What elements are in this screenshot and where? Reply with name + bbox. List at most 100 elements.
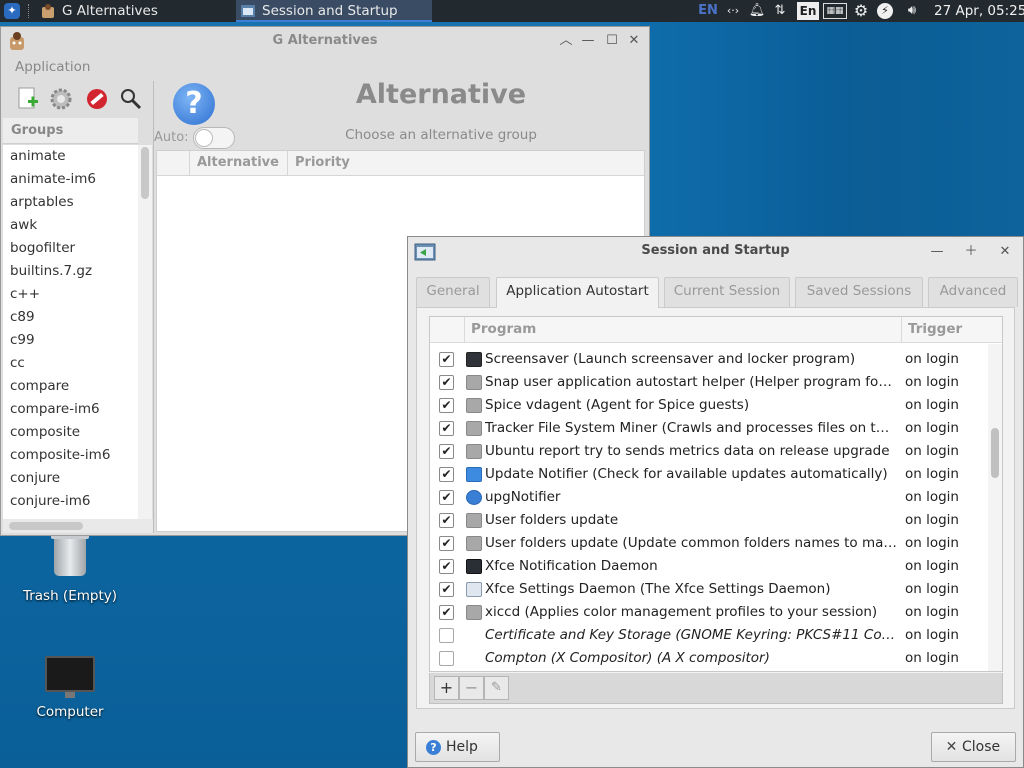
scrollbar-thumb[interactable] <box>991 428 999 478</box>
program-name: Certificate and Key Storage (GNOME Keyri… <box>485 627 897 643</box>
group-item[interactable]: arptables <box>3 191 138 214</box>
keyboard-icon[interactable]: ▦▦ <box>823 3 847 19</box>
enable-checkbox[interactable]: ✔ <box>439 467 454 482</box>
group-item[interactable]: animate-im6 <box>3 168 138 191</box>
group-item[interactable]: animate <box>3 145 138 168</box>
trigger-value: on login <box>905 512 959 528</box>
column-priority[interactable]: Priority <box>287 151 407 176</box>
remove-group-icon[interactable] <box>83 85 111 113</box>
group-item[interactable]: c++ <box>3 283 138 306</box>
autostart-row[interactable]: ✔ xiccd (Applies color management profile… <box>430 601 988 624</box>
desktop-computer[interactable]: Computer <box>10 656 130 720</box>
group-item[interactable]: c89 <box>3 306 138 329</box>
group-item[interactable]: awk <box>3 214 138 237</box>
table-header: Alternative Priority <box>157 151 644 176</box>
groups-horizontal-scrollbar[interactable] <box>3 519 153 533</box>
tab-advanced[interactable]: Advanced <box>928 277 1018 307</box>
group-item[interactable]: cc <box>3 352 138 375</box>
network-transfer-icon[interactable]: ⇅ <box>770 0 790 22</box>
autostart-row[interactable]: ✔ User folders update (Update common fold… <box>430 532 988 555</box>
autostart-row[interactable]: ✔ User folders update on login <box>430 509 988 532</box>
add-group-icon[interactable] <box>13 85 41 113</box>
group-item[interactable]: conjure-im6 <box>3 490 138 513</box>
trigger-value: on login <box>905 604 959 620</box>
group-item[interactable]: c99 <box>3 329 138 352</box>
group-item[interactable]: compare <box>3 375 138 398</box>
volume-icon[interactable]: 🔊︎ <box>902 0 922 22</box>
autostart-row[interactable]: Certificate and Key Storage (GNOME Keyri… <box>430 624 988 647</box>
enable-checkbox[interactable]: ✔ <box>439 375 454 390</box>
autostart-row[interactable]: ✔ Screensaver (Launch screensaver and loc… <box>430 348 988 371</box>
autostart-row[interactable]: ✔ Xfce Settings Daemon (The Xfce Settings… <box>430 578 988 601</box>
scrollbar-thumb[interactable] <box>9 522 83 530</box>
tab-saved-sessions[interactable]: Saved Sessions <box>795 277 923 307</box>
autostart-row[interactable]: Compton (X Compositor) (A X compositor) o… <box>430 647 988 670</box>
column-alternative[interactable]: Alternative <box>189 151 287 176</box>
enable-checkbox[interactable]: ✔ <box>439 444 454 459</box>
group-item[interactable]: composite <box>3 421 138 444</box>
enable-checkbox[interactable]: ✔ <box>439 536 454 551</box>
maximize-icon[interactable]: ＋ <box>962 243 980 261</box>
autostart-row[interactable]: ✔ upgNotifier on login <box>430 486 988 509</box>
auto-toggle[interactable] <box>193 127 235 149</box>
enable-checkbox[interactable]: ✔ <box>439 398 454 413</box>
group-item[interactable]: conjure <box>3 467 138 490</box>
tab-general[interactable]: General <box>416 277 490 307</box>
pane-divider[interactable] <box>153 81 154 533</box>
close-icon[interactable]: ✕ <box>996 243 1014 261</box>
power-icon[interactable]: ⚡ <box>877 3 893 19</box>
menu-application[interactable]: Application <box>15 59 90 75</box>
enable-checkbox[interactable] <box>439 628 454 643</box>
list-vertical-scrollbar[interactable] <box>988 344 1002 671</box>
autostart-row[interactable]: ✔ Ubuntu report try to sends metrics data… <box>430 440 988 463</box>
enable-checkbox[interactable]: ✔ <box>439 352 454 367</box>
trigger-value: on login <box>905 581 959 597</box>
keyboard-layout-indicator[interactable]: En <box>797 2 819 20</box>
tab-application-autostart[interactable]: Application Autostart <box>496 277 659 308</box>
autostart-row[interactable]: ✔ Snap user application autostart helper … <box>430 371 988 394</box>
enable-checkbox[interactable]: ✔ <box>439 513 454 528</box>
autostart-row[interactable]: ✔ Update Notifier (Check for available up… <box>430 463 988 486</box>
shade-icon[interactable]: — <box>579 32 597 50</box>
enable-checkbox[interactable]: ✔ <box>439 559 454 574</box>
language-indicator[interactable]: EN <box>698 0 718 22</box>
groups-column-header[interactable]: Groups <box>3 118 138 144</box>
taskbar-item-g-alternatives[interactable]: G Alternatives <box>36 0 232 22</box>
properties-gear-icon[interactable] <box>47 85 75 113</box>
enable-checkbox[interactable]: ✔ <box>439 582 454 597</box>
autostart-row[interactable]: ✔ Tracker File System Miner (Crawls and p… <box>430 417 988 440</box>
column-trigger[interactable]: Trigger <box>901 317 987 343</box>
group-item[interactable]: builtins.7.gz <box>3 260 138 283</box>
group-item[interactable]: bogofilter <box>3 237 138 260</box>
tab-current-session[interactable]: Current Session <box>664 277 790 307</box>
autostart-row[interactable]: ✔ Xfce Notification Daemon on login <box>430 555 988 578</box>
close-icon[interactable]: ✕ <box>625 32 643 50</box>
notification-bell-icon[interactable]: 🔔︎ <box>748 0 766 22</box>
groups-vertical-scrollbar[interactable] <box>138 145 152 519</box>
maximize-icon[interactable]: ☐ <box>603 32 621 50</box>
column-program[interactable]: Program <box>464 317 901 343</box>
enable-checkbox[interactable]: ✔ <box>439 490 454 505</box>
application-icon <box>466 398 482 413</box>
enable-checkbox[interactable] <box>439 651 454 666</box>
whisker-menu-icon[interactable]: ✦ <box>4 3 20 19</box>
taskbar-item-session-startup[interactable]: Session and Startup <box>236 0 432 22</box>
search-icon[interactable] <box>117 85 145 113</box>
remove-program-button[interactable]: − <box>459 676 484 700</box>
scrollbar-thumb[interactable] <box>141 147 149 199</box>
minimize-icon[interactable]: — <box>928 243 946 261</box>
group-item[interactable]: compare-im6 <box>3 398 138 421</box>
settings-gear-icon[interactable]: ⚙ <box>851 0 871 22</box>
autostart-row[interactable]: ✔ Spice vdagent (Agent for Spice guests) o… <box>430 394 988 417</box>
close-button[interactable]: ✕ Close <box>931 732 1016 762</box>
add-program-button[interactable]: + <box>434 676 459 700</box>
desktop-trash[interactable]: Trash (Empty) <box>10 533 130 604</box>
group-item[interactable]: composite-im6 <box>3 444 138 467</box>
help-button[interactable]: ? Help <box>415 732 500 762</box>
clock[interactable]: 27 Apr, 05:25 <box>934 0 1024 22</box>
network-icon[interactable]: ‹·› <box>722 0 744 22</box>
enable-checkbox[interactable]: ✔ <box>439 421 454 436</box>
minimize-icon[interactable]: ︿ <box>557 32 575 50</box>
enable-checkbox[interactable]: ✔ <box>439 605 454 620</box>
edit-pencil-icon[interactable]: ✎ <box>484 676 509 700</box>
